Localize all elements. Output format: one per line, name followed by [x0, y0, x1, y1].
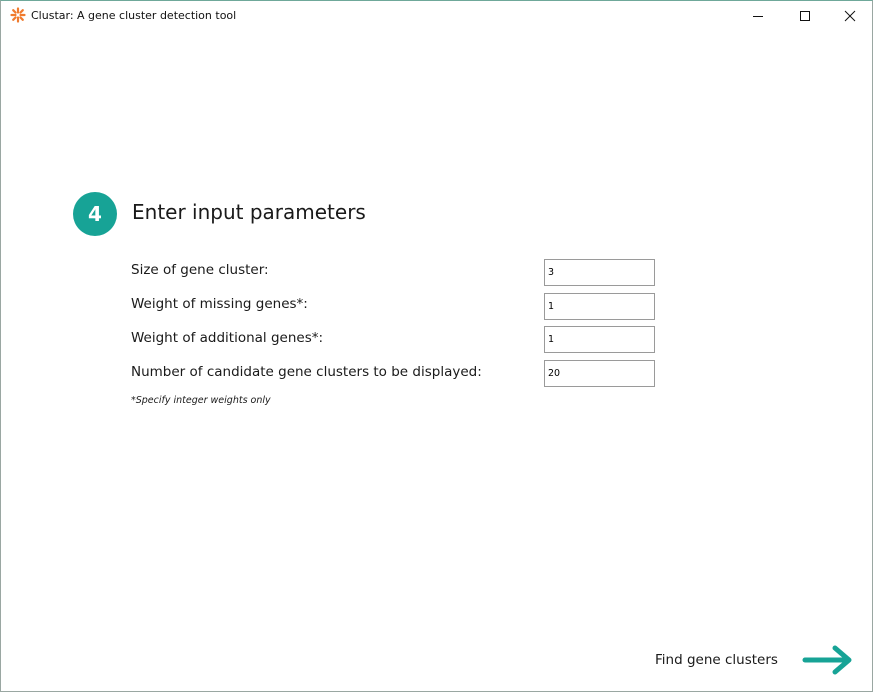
close-button[interactable]	[827, 1, 873, 31]
minimize-button[interactable]	[735, 1, 781, 31]
window-title: Clustar: A gene cluster detection tool	[31, 9, 237, 22]
asterisk-logo-icon	[10, 7, 26, 23]
title-bar[interactable]: Clustar: A gene cluster detection tool	[1, 1, 872, 31]
candidate-count-label: Number of candidate gene clusters to be …	[131, 364, 482, 380]
arrow-right-icon	[802, 645, 852, 675]
minimize-icon	[753, 16, 763, 17]
app-window: Clustar: A gene cluster detection tool 4…	[0, 0, 873, 692]
find-gene-clusters-button[interactable]: Find gene clusters	[649, 642, 863, 678]
missing-genes-weight-input[interactable]	[544, 293, 655, 320]
additional-genes-weight-input[interactable]	[544, 326, 655, 353]
maximize-icon	[800, 11, 810, 21]
page-title: Enter input parameters	[132, 200, 366, 224]
missing-genes-weight-label: Weight of missing genes*:	[131, 296, 308, 312]
additional-genes-weight-label: Weight of additional genes*:	[131, 330, 324, 346]
cluster-size-input[interactable]	[544, 259, 655, 286]
integer-weights-note: *Specify integer weights only	[131, 395, 271, 406]
find-gene-clusters-label: Find gene clusters	[655, 652, 778, 668]
step-number-badge: 4	[73, 192, 117, 236]
maximize-button[interactable]	[782, 1, 828, 31]
candidate-count-input[interactable]	[544, 360, 655, 387]
cluster-size-label: Size of gene cluster:	[131, 262, 269, 278]
close-icon	[844, 10, 856, 22]
